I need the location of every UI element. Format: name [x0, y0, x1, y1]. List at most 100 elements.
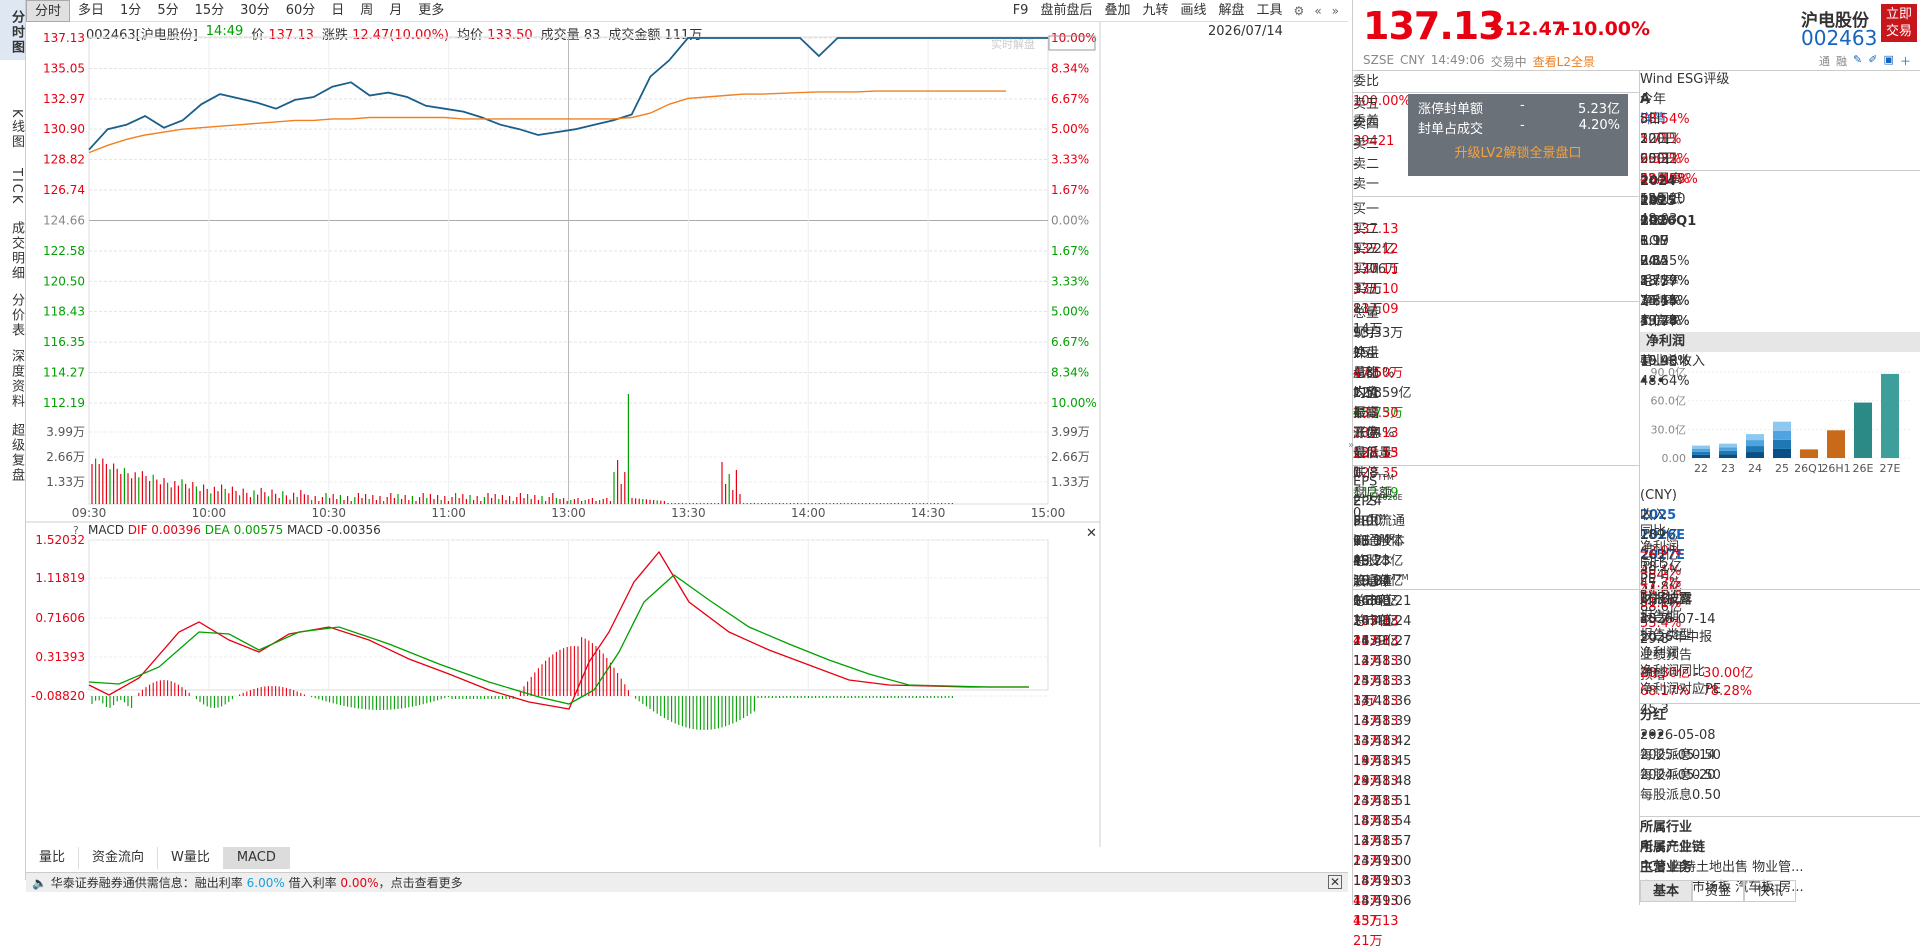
intraday-chart[interactable]: 137.13 10.00% 135.05 8.34% 132.97 6.67% 130.90…	[26, 22, 1348, 847]
fund-superscript: 2026E	[1369, 533, 1395, 542]
toolbar-btn-3[interactable]: 九转	[1136, 0, 1174, 22]
toolbar-right: F9 盘前盘后 叠加 九转 画线 解盘 工具 ⚙ «»	[1007, 0, 1344, 22]
pencil-icon[interactable]: ✐	[1868, 53, 1877, 69]
perf-label: 20日	[1640, 132, 1670, 147]
bar-y-tick: 60.0亿	[1651, 395, 1687, 408]
fund-superscript: 2026E	[1377, 493, 1403, 502]
left-tab-1[interactable]: K线图	[0, 98, 25, 156]
period-tab-10[interactable]: 更多	[410, 0, 452, 22]
right-tab-1[interactable]: 资金	[1692, 880, 1745, 902]
left-tab-bar: 分时图 K线图 TICK 成交明细分价表深度资料超级复盘	[0, 0, 26, 880]
tick-time: 14:49:06	[1353, 894, 1412, 909]
toolbar-btn-2[interactable]: 叠加	[1098, 0, 1136, 22]
right-tab-2[interactable]: 快讯	[1744, 880, 1797, 902]
period-tab-2[interactable]: 1分	[112, 0, 149, 22]
trade-now-button[interactable]: 立即交易	[1881, 4, 1917, 42]
perf-label: 5日	[1640, 112, 1662, 127]
macd-legend: MACD DIF 0.00396 DEA 0.00575 MACD -0.003…	[88, 523, 381, 537]
realtime-label[interactable]: 实时解盘	[991, 37, 1035, 51]
y-tick-right: 3.33%	[1051, 153, 1089, 167]
collapse-left-icon[interactable]: «	[1309, 4, 1326, 18]
tick-time: 14:48:39	[1353, 714, 1412, 729]
l2-overlay: 涨停封单额 - 5.23亿 封单占成交 - 4.20% 升级LV2解锁全景盘口	[1408, 94, 1628, 176]
y-tick-left: 124.66	[43, 214, 85, 228]
close-macd-icon[interactable]: ✕	[1086, 526, 1097, 541]
price-line	[88, 37, 1006, 151]
indicator-tab-2[interactable]: W量比	[158, 847, 224, 869]
period-tab-6[interactable]: 60分	[278, 0, 324, 22]
y-tick-right: 0.00%	[1051, 214, 1089, 228]
period-tab-1[interactable]: 多日	[70, 0, 112, 22]
toolbar-btn-0[interactable]: F9	[1007, 0, 1035, 22]
period-tab-3[interactable]: 5分	[149, 0, 186, 22]
left-tab-3[interactable]: 成交明细	[0, 214, 25, 284]
close-marquee-icon[interactable]: ✕	[1328, 875, 1342, 889]
toolbar-btn-5[interactable]: 解盘	[1213, 0, 1251, 22]
chat-icon[interactable]: ▣	[1883, 53, 1893, 69]
y-tick-left: 116.35	[43, 335, 85, 349]
l2-link[interactable]: 查看L2全景	[1533, 53, 1595, 70]
indicator-tab-0[interactable]: 量比	[26, 847, 80, 869]
marquee-mid: 借入利率	[288, 876, 337, 890]
bar	[1746, 434, 1764, 441]
news-marquee[interactable]: 🔈 华泰证券融券通供需信息：融出利率 6.00% 借入利率 0.00%，点击查看…	[26, 872, 1348, 892]
period-tab-8[interactable]: 周	[352, 0, 381, 22]
y-tick-right: 10.00%	[1051, 396, 1097, 410]
indicator-tab-3[interactable]: MACD	[223, 847, 290, 869]
tab-net-profit[interactable]: 净利润	[1640, 332, 1920, 352]
report-label: 净利润对应PE	[1640, 682, 1722, 697]
toolbar-btn-4[interactable]: 画线	[1175, 0, 1213, 22]
y-tick-left: 128.82	[43, 153, 85, 167]
left-tab-5[interactable]: 深度资料	[0, 342, 25, 412]
bar	[1773, 448, 1791, 458]
tick-time: 14:48:30	[1353, 654, 1412, 669]
indicator-tab-1[interactable]: 资金流向	[79, 847, 159, 869]
period-tab-0[interactable]: 分时	[26, 0, 71, 22]
left-tab-2[interactable]: TICK	[0, 160, 25, 210]
period-tab-4[interactable]: 15分	[187, 0, 233, 22]
toolbar-btn-1[interactable]: 盘前盘后	[1034, 0, 1098, 22]
gear-icon[interactable]: ⚙	[1289, 4, 1310, 18]
bid-label: 买二	[1353, 222, 1380, 237]
industry-label: 所属产业链	[1640, 840, 1706, 855]
bar-x-tick: 26Q1	[1794, 462, 1824, 475]
edit-icon[interactable]: ✎	[1853, 53, 1862, 69]
add-icon[interactable]: ＋	[1900, 53, 1911, 69]
time-tick: 14:30	[911, 506, 946, 520]
period-tab-5[interactable]: 30分	[232, 0, 278, 22]
bar	[1827, 430, 1845, 458]
macd-y-tick: 0.71606	[35, 611, 85, 625]
period-tab-9[interactable]: 月	[381, 0, 410, 22]
fin-label: EPS	[1640, 194, 1665, 209]
macd-y-tick: 0.31393	[35, 650, 85, 664]
fin-head: 2024	[1640, 174, 1677, 189]
tick-time: 14:48:54	[1353, 814, 1412, 829]
bar-x-tick: 26E	[1853, 462, 1874, 475]
expand-right-icon[interactable]: »	[1327, 4, 1344, 18]
left-tab-6[interactable]: 超级复盘	[0, 416, 25, 486]
toolbar-btn-6[interactable]: 工具	[1251, 0, 1289, 22]
bar	[1719, 450, 1737, 455]
perf-label: 60日	[1640, 152, 1670, 167]
y-tick-right: 3.33%	[1051, 274, 1089, 288]
fin-label: BPS	[1640, 214, 1666, 229]
tick-price: 137.13	[1353, 914, 1399, 929]
speaker-icon: 🔈	[32, 876, 47, 890]
fin-label: 负债率	[1640, 314, 1680, 329]
avg-price-line	[88, 90, 1006, 154]
macd-y-tick: -0.08820	[31, 689, 85, 703]
bar	[1692, 448, 1710, 452]
stat-label: 现手	[1353, 326, 1380, 341]
tick-volume: 21万	[1353, 934, 1383, 949]
macd-y-tick: 1.11819	[35, 571, 85, 585]
marquee-tail: 点击查看更多	[390, 876, 463, 890]
collapse-arrow-icon[interactable]: »	[1348, 440, 1354, 460]
left-tab-4[interactable]: 分价表	[0, 288, 25, 338]
overlay-label-0: 涨停封单额	[1418, 102, 1484, 117]
period-tab-7[interactable]: 日	[323, 0, 352, 22]
left-tab-0[interactable]: 分时图	[0, 0, 25, 60]
marquee-label: 华泰证券融券通供需信息：融出利率	[50, 876, 243, 890]
upgrade-l2-button[interactable]: 升级LV2解锁全景盘口	[1408, 142, 1628, 161]
tick-time: 14:48:57	[1353, 834, 1412, 849]
right-tab-0[interactable]: 基本	[1640, 880, 1693, 902]
